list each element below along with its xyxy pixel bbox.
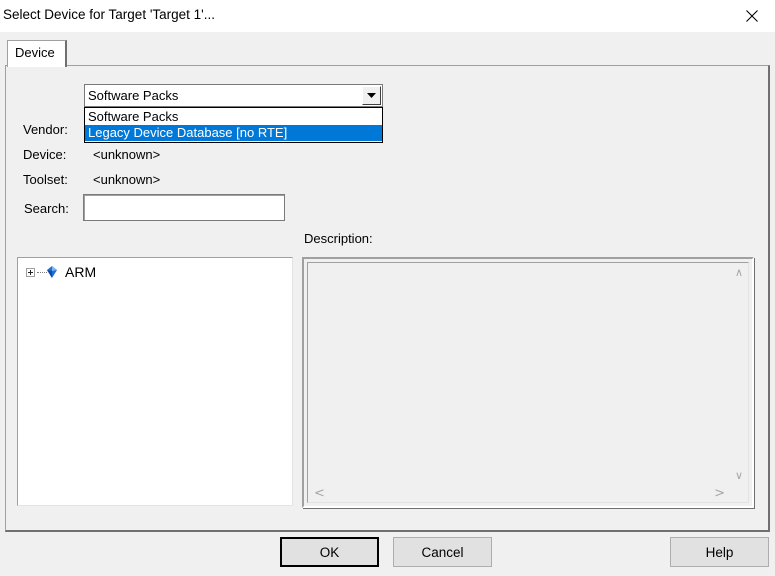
tab-device[interactable]: Device — [7, 40, 67, 67]
scroll-right-icon[interactable]: > — [714, 486, 725, 501]
search-input[interactable] — [83, 194, 285, 221]
window-title: Select Device for Target 'Target 1'... — [3, 7, 216, 22]
title-bar: Select Device for Target 'Target 1'... — [0, 0, 775, 32]
description-box: ∧ ∨ < > — [307, 262, 749, 503]
expand-icon[interactable] — [26, 267, 35, 277]
combo-dropdown-button[interactable] — [362, 86, 381, 105]
option-legacy-device-database[interactable]: Legacy Device Database [no RTE] — [85, 125, 382, 141]
diamond-chip-icon — [47, 266, 57, 278]
tree-item-arm[interactable]: ARM — [26, 263, 96, 281]
horizontal-scrollbar[interactable]: < > — [308, 485, 731, 502]
device-tree[interactable]: ARM — [17, 257, 293, 506]
close-icon — [746, 10, 758, 22]
tree-connector — [37, 271, 47, 273]
option-software-packs[interactable]: Software Packs — [85, 109, 382, 125]
device-value: <unknown> — [93, 147, 161, 162]
help-button[interactable]: Help — [670, 537, 769, 567]
scroll-left-icon[interactable]: < — [314, 486, 325, 501]
toolset-label: Toolset: — [23, 172, 68, 187]
scroll-up-icon[interactable]: ∧ — [735, 266, 743, 279]
vendor-label: Vendor: — [23, 122, 68, 137]
source-combo-list: Software Packs Legacy Device Database [n… — [84, 107, 383, 143]
description-frame: ∧ ∨ < > — [302, 257, 754, 508]
close-button[interactable] — [729, 0, 775, 32]
cancel-button[interactable]: Cancel — [393, 537, 492, 567]
device-label: Device: — [23, 147, 67, 162]
source-combo-value: Software Packs — [88, 88, 179, 103]
dialog-client: Device Software Packs Software Packs Leg… — [0, 32, 775, 576]
search-label: Search: — [24, 201, 69, 216]
ok-button[interactable]: OK — [280, 537, 379, 567]
vertical-scrollbar[interactable]: ∧ ∨ — [731, 263, 748, 485]
chevron-down-icon — [367, 93, 376, 98]
toolset-value: <unknown> — [93, 172, 161, 187]
description-label: Description: — [304, 231, 373, 246]
source-combo[interactable]: Software Packs — [84, 84, 383, 107]
scroll-down-icon[interactable]: ∨ — [735, 469, 743, 482]
tree-item-label: ARM — [65, 264, 97, 280]
